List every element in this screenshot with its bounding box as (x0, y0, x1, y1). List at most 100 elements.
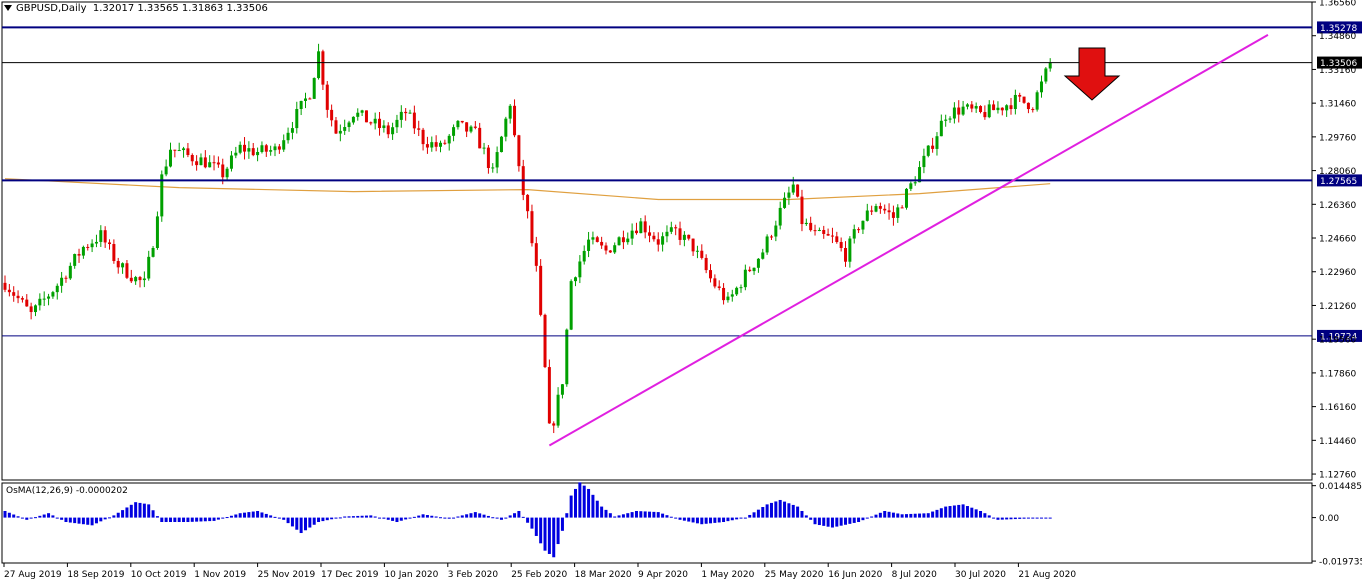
time-tick-label: 1 Nov 2019 (194, 570, 246, 580)
candle-body (434, 142, 438, 147)
osma-bar (608, 513, 612, 518)
candle-body (182, 148, 186, 151)
candle-body (391, 127, 395, 135)
candle-body (826, 233, 830, 236)
candle-body (460, 120, 464, 123)
candle-body (822, 229, 826, 234)
dropdown-triangle-icon[interactable] (4, 5, 12, 11)
osma-bar (752, 512, 756, 518)
candle-body (212, 162, 216, 164)
candle-body (412, 112, 416, 129)
candle-body (1026, 102, 1030, 110)
osma-bar (713, 517, 717, 523)
osma-bar (774, 501, 778, 518)
time-axis: 27 Aug 2019 18 Sep 2019 10 Oct 2019 1 Nov 2… (3, 563, 1076, 580)
osma-bar (643, 511, 647, 518)
osma-bar (582, 485, 586, 518)
candle-body (378, 118, 382, 129)
osma-bar (77, 517, 81, 524)
osma-bar (391, 517, 395, 521)
time-tick-label: 8 Jul 2020 (892, 570, 937, 580)
candle-body (77, 254, 81, 256)
osma-bar (530, 517, 534, 529)
candle-body (16, 295, 20, 299)
osma-bar (38, 515, 42, 518)
candle-body (229, 155, 233, 169)
osma-bar (539, 517, 543, 544)
osma-bar (687, 517, 691, 522)
candle-body (891, 212, 895, 218)
osma-bar (909, 513, 913, 518)
candle-body (243, 144, 247, 152)
osma-bar (944, 506, 948, 518)
candle-body (25, 299, 29, 307)
candle-body (565, 329, 569, 385)
chart-stage: 1.352781.335061.275651.19724 1.365601.34… (1, 0, 1362, 580)
candle-body (221, 164, 225, 178)
candle-body (325, 84, 329, 110)
candle-body (404, 111, 408, 114)
osma-tick-label: -0.0197354 (1319, 558, 1362, 568)
osma-bar (565, 513, 569, 518)
osma-bar (12, 514, 16, 518)
candle-body (439, 142, 442, 147)
candle-body (321, 51, 325, 85)
candle-body (887, 210, 891, 213)
candle-body (33, 305, 37, 313)
osma-bar (783, 501, 787, 518)
candle-body (992, 104, 996, 111)
osma-bar (678, 517, 682, 520)
candle-body (29, 306, 33, 313)
osma-bar (299, 517, 303, 534)
osma-bar (791, 504, 795, 518)
osma-bar (739, 517, 743, 519)
osma-bar (81, 517, 85, 525)
candle-body (68, 265, 72, 279)
candle-body (395, 119, 399, 128)
time-tick-label: 17 Dec 2019 (321, 570, 379, 580)
osma-bar (965, 506, 969, 518)
osma-bar (425, 515, 429, 518)
candle-body (260, 145, 264, 152)
osma-bar (103, 517, 107, 520)
osma-bar (578, 482, 582, 518)
osma-bar (347, 516, 351, 518)
osma-bar (360, 515, 364, 518)
candle-body (38, 298, 42, 306)
candle-body (473, 126, 477, 128)
osma-bar (852, 517, 856, 523)
candle-body (290, 128, 294, 133)
osma-bar (587, 488, 591, 518)
osma-bar (260, 512, 264, 518)
candle-body (51, 292, 55, 297)
osma-bar (55, 517, 59, 519)
osma-bar (151, 510, 155, 518)
osma-bar (826, 517, 830, 527)
candle-body (1044, 68, 1048, 82)
candle-body (534, 243, 538, 266)
candle-body (312, 78, 316, 99)
osma-bar (395, 517, 399, 523)
osma-bar (325, 517, 329, 521)
osma-bar (669, 516, 673, 518)
osma-bar (817, 517, 821, 526)
osma-bar (722, 517, 726, 523)
candle-body (634, 230, 638, 234)
osma-bar (286, 517, 290, 524)
osma-bar (813, 517, 817, 525)
candle-body (173, 149, 177, 151)
candle-body (774, 225, 778, 237)
osma-bar (73, 517, 77, 524)
osma-bar (1048, 517, 1052, 519)
candle-body (948, 118, 952, 120)
candle-body (704, 257, 708, 271)
osma-bar (556, 517, 560, 545)
osma-bar (822, 517, 826, 526)
candle-body (804, 222, 808, 225)
time-tick-label: 25 Nov 2019 (258, 570, 316, 580)
price-tick-label: 1.29760 (1319, 133, 1356, 143)
candle-body (155, 216, 159, 248)
osma-bar (277, 517, 281, 519)
candle-body (530, 211, 534, 244)
candle-body (112, 244, 116, 262)
